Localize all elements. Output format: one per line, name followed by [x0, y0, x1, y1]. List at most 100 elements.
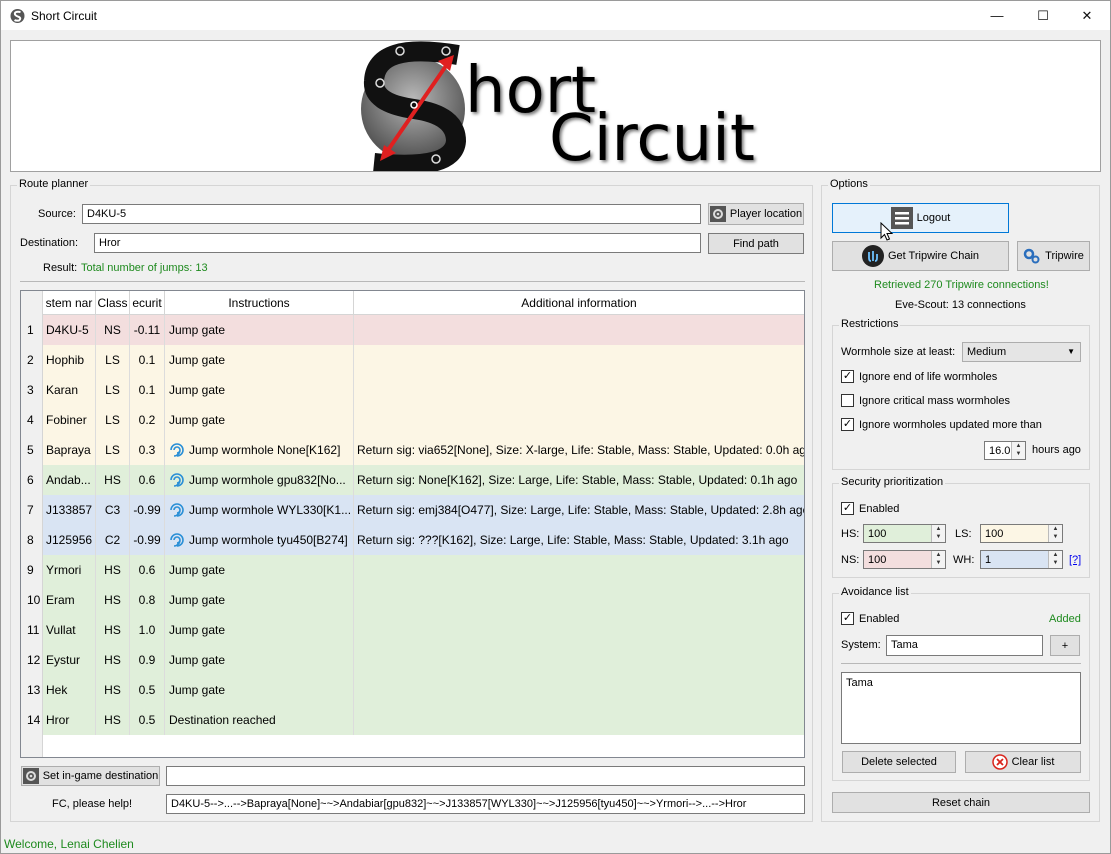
- reset-chain-button[interactable]: Reset chain: [832, 792, 1090, 813]
- route-grid[interactable]: stem nar Class ecurit Instructions Addit…: [20, 290, 805, 758]
- get-tripwire-chain-button[interactable]: Get Tripwire Chain: [832, 241, 1009, 271]
- table-row[interactable]: 9 Yrmori HS 0.6 Jump gate: [21, 555, 804, 585]
- row-number: 7: [21, 495, 43, 525]
- spinner-arrows-icon[interactable]: ▲ ▼: [1048, 525, 1062, 542]
- ls-label: LS:: [955, 528, 972, 540]
- minimize-icon: —: [990, 8, 1004, 23]
- tripwire-button[interactable]: Tripwire: [1017, 241, 1090, 271]
- instructions-cell: Jump wormhole tyu450[B274]: [165, 525, 354, 555]
- destination-input[interactable]: Hror: [94, 233, 701, 253]
- ls-spinner[interactable]: 100 ▲ ▼: [980, 524, 1063, 543]
- ns-spinner[interactable]: 100 ▲ ▼: [863, 550, 946, 569]
- security-title: Security prioritization: [839, 476, 946, 488]
- delete-selected-button[interactable]: Delete selected: [842, 751, 956, 773]
- spinner-arrows-icon[interactable]: ▲ ▼: [931, 525, 945, 542]
- table-row[interactable]: 12 Eystur HS 0.9 Jump gate: [21, 645, 804, 675]
- set-ingame-destination-button[interactable]: Set in-game destination: [21, 766, 160, 786]
- additional-info-cell: [354, 345, 804, 375]
- close-button[interactable]: ✕: [1064, 1, 1110, 30]
- table-row[interactable]: 5 Bapraya LS 0.3 Jump wormhole None[K162] Ret…: [21, 435, 804, 465]
- instructions-cell: Jump gate: [165, 375, 354, 405]
- avoidance-listbox[interactable]: Tama: [841, 672, 1081, 744]
- table-row[interactable]: 11 Vullat HS 1.0 Jump gate: [21, 615, 804, 645]
- avoidance-added-label: Added: [1049, 613, 1081, 625]
- maximize-icon: ☐: [1037, 7, 1049, 23]
- class-cell: HS: [96, 645, 130, 675]
- title-bar[interactable]: Short Circuit — ☐ ✕: [1, 1, 1110, 30]
- add-avoid-system-button[interactable]: +: [1050, 635, 1080, 656]
- ignore-crit-checkbox[interactable]: [841, 394, 854, 407]
- wh-spinner[interactable]: 1 ▲ ▼: [980, 550, 1063, 569]
- instructions-text: Jump wormhole None[K162]: [189, 443, 341, 457]
- system-name-cell: Fobiner: [43, 405, 96, 435]
- table-row[interactable]: 14 Hror HS 0.5 Destination reached: [21, 705, 804, 735]
- instructions-cell: Jump gate: [165, 405, 354, 435]
- maximize-button[interactable]: ☐: [1020, 1, 1066, 30]
- ignore-eol-checkbox[interactable]: ✓: [841, 370, 854, 383]
- instructions-text: Jump gate: [169, 683, 226, 697]
- table-row[interactable]: 7 J133857 C3 -0.99 Jump wormhole WYL330[K1..…: [21, 495, 804, 525]
- fc-chain-field[interactable]: D4KU-5-->...-->Bapraya[None]~~>Andabiar[…: [166, 794, 805, 814]
- avoidance-enabled-checkbox[interactable]: ✓: [841, 612, 854, 625]
- row-header-corner: [21, 291, 43, 315]
- system-name-cell: D4KU-5: [43, 315, 96, 345]
- security-enabled-checkbox[interactable]: ✓: [841, 502, 854, 515]
- table-row[interactable]: 2 Hophib LS 0.1 Jump gate: [21, 345, 804, 375]
- additional-info-cell: Return sig: emj384[O477], Size: Large, L…: [357, 503, 804, 517]
- clear-x-icon: [991, 754, 1008, 770]
- class-cell: HS: [96, 465, 130, 495]
- table-row[interactable]: 1 D4KU-5 NS -0.11 Jump gate: [21, 315, 804, 345]
- route-planner-title: Route planner: [17, 178, 91, 190]
- set-destination-field[interactable]: [166, 766, 805, 786]
- table-row[interactable]: 10 Eram HS 0.8 Jump gate: [21, 585, 804, 615]
- instructions-cell: Jump gate: [165, 345, 354, 375]
- spinner-arrows-icon[interactable]: ▲ ▼: [931, 551, 945, 568]
- security-enabled-label: Enabled: [859, 503, 900, 515]
- table-row[interactable]: 13 Hek HS 0.5 Jump gate: [21, 675, 804, 705]
- wormhole-swirl-icon: [170, 473, 184, 487]
- row-number: 6: [21, 465, 43, 495]
- spinner-arrows-icon[interactable]: ▲ ▼: [1048, 551, 1062, 568]
- column-header-system[interactable]: stem nar: [43, 291, 96, 315]
- clear-list-button[interactable]: Clear list: [965, 751, 1081, 773]
- column-header-class[interactable]: Class: [96, 291, 130, 315]
- table-row[interactable]: 3 Karan LS 0.1 Jump gate: [21, 375, 804, 405]
- hours-spinner[interactable]: 16.0 ▲ ▼: [984, 441, 1026, 460]
- table-row[interactable]: 6 Andab... HS 0.6 Jump wormhole gpu832[No...…: [21, 465, 804, 495]
- chevron-down-icon: ▼: [1067, 347, 1075, 356]
- instructions-cell: Jump wormhole gpu832[No...: [165, 465, 354, 495]
- set-destination-label: Set in-game destination: [42, 770, 159, 782]
- column-header-instructions[interactable]: Instructions: [165, 291, 354, 315]
- avoidance-list-item[interactable]: Tama: [846, 677, 1076, 689]
- spinner-arrows-icon[interactable]: ▲ ▼: [1011, 442, 1025, 459]
- minimize-button[interactable]: —: [974, 1, 1020, 30]
- ignore-eol-label: Ignore end of life wormholes: [859, 371, 998, 383]
- system-name-cell: Eystur: [43, 645, 96, 675]
- find-path-button[interactable]: Find path: [708, 233, 804, 254]
- class-cell: LS: [96, 405, 130, 435]
- avoid-system-input[interactable]: Tama: [886, 635, 1043, 656]
- instructions-text: Jump wormhole WYL330[K1...: [189, 503, 352, 517]
- additional-info-cell: Return sig: via652[None], Size: X-large,…: [357, 443, 804, 457]
- clear-list-label: Clear list: [1011, 756, 1055, 768]
- close-icon: ✕: [1081, 7, 1093, 23]
- source-input[interactable]: D4KU-5: [82, 204, 701, 224]
- column-header-info[interactable]: Additional information: [354, 291, 804, 315]
- security-help-link[interactable]: [?]: [1069, 554, 1081, 566]
- table-row[interactable]: 8 J125956 C2 -0.99 Jump wormhole tyu450[B274…: [21, 525, 804, 555]
- hs-spinner[interactable]: 100 ▲ ▼: [863, 524, 946, 543]
- security-cell: 0.5: [130, 675, 165, 705]
- logout-button[interactable]: Logout: [832, 203, 1009, 233]
- column-header-security[interactable]: ecurit: [130, 291, 165, 315]
- player-location-button[interactable]: Player location: [708, 203, 804, 225]
- security-cell: -0.99: [130, 495, 165, 525]
- additional-info-cell: [354, 555, 804, 585]
- fc-label: FC, please help!: [52, 798, 133, 810]
- delete-selected-label: Delete selected: [861, 756, 937, 768]
- status-text: Welcome, Lenai Chelien: [4, 837, 134, 851]
- row-number: 13: [21, 675, 43, 705]
- ignore-updated-checkbox[interactable]: ✓: [841, 418, 854, 431]
- table-row[interactable]: 4 Fobiner LS 0.2 Jump gate: [21, 405, 804, 435]
- wh-size-select[interactable]: Medium ▼: [962, 342, 1081, 362]
- tripwire-status: Retrieved 270 Tripwire connections!: [874, 279, 1049, 291]
